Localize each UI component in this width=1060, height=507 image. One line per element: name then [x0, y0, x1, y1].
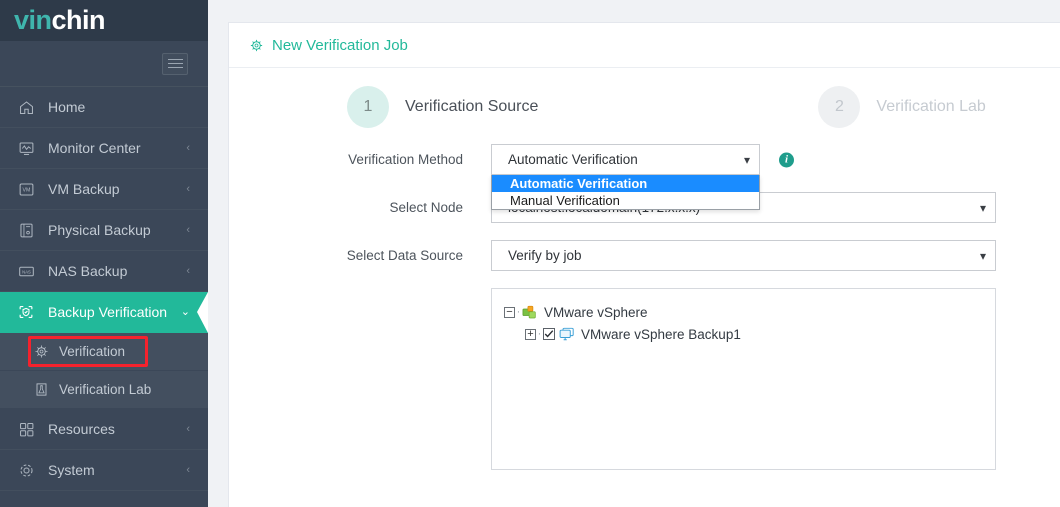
hamburger-icon[interactable]	[162, 52, 188, 75]
chevron-left-icon: ‹	[186, 223, 190, 236]
select-data-source-field: Verify by job ▾	[491, 240, 996, 271]
sidebar-item-system[interactable]: System ‹	[0, 450, 208, 491]
select-data-source-value: Verify by job	[508, 248, 582, 263]
vm-icon: VM	[16, 179, 36, 199]
sidebar-collapse-row	[0, 41, 208, 87]
grid-icon	[16, 419, 36, 439]
page-title: New Verification Job	[272, 36, 408, 54]
sidebar-item-home[interactable]: Home	[0, 87, 208, 128]
sidebar-item-label: Backup Verification	[48, 304, 168, 320]
tree-node-vmware-vsphere[interactable]: − · VMware vSphere	[504, 301, 995, 323]
sidebar-subitem-label: Verification	[59, 344, 126, 359]
vm-monitor-icon	[559, 326, 576, 342]
tree-node-label: VMware vSphere Backup1	[581, 326, 741, 342]
step-indicator: 1 Verification Source 2 Verification Lab	[229, 68, 1060, 140]
sidebar-item-vm-backup[interactable]: VM VM Backup ‹	[0, 169, 208, 210]
form-row-select-data-source: Select Data Source Verify by job ▾	[229, 240, 1060, 271]
sidebar-item-label: Home	[48, 99, 86, 115]
home-icon	[16, 97, 36, 117]
active-indicator-arrow	[197, 292, 208, 333]
tree-connector: ·	[537, 328, 542, 340]
verification-method-label: Verification Method	[348, 152, 463, 167]
logo-text-part2: chin	[51, 5, 106, 35]
chevron-down-icon: ⌄	[180, 305, 190, 318]
content-card: New Verification Job 1 Verification Sour…	[228, 22, 1060, 507]
form-row-verification-method: Verification Method Automatic Verificati…	[229, 144, 1060, 210]
tree-connector: ·	[516, 306, 521, 318]
hamburger-bar	[167, 67, 183, 68]
verification-method-field: Automatic Verification ▾ i Automatic Ver…	[491, 144, 794, 210]
chevron-left-icon: ‹	[186, 182, 190, 195]
info-icon[interactable]: i	[779, 152, 794, 167]
sidebar-item-nas-backup[interactable]: NAS NAS Backup ‹	[0, 251, 208, 292]
brand-logo: vinchin	[14, 5, 106, 35]
step-number: 1	[347, 86, 389, 128]
tree-node-vmware-vsphere-backup1[interactable]: + · VMware vSphere Backup1	[504, 323, 995, 345]
tree-collapse-toggle[interactable]: −	[504, 306, 515, 318]
hamburger-bar	[167, 63, 183, 64]
verification-icon	[33, 343, 50, 360]
sidebar-item-label: System	[48, 462, 95, 478]
chevron-left-icon: ‹	[186, 463, 190, 476]
verification-method-select[interactable]: Automatic Verification ▾	[491, 144, 760, 175]
sidebar-subitem-label: Verification Lab	[59, 382, 152, 397]
dropdown-option-automatic-verification[interactable]: Automatic Verification	[492, 175, 759, 192]
data-source-tree[interactable]: − · VMware vSphere + · VMware vSphere Ba…	[491, 288, 996, 470]
verification-source-form: Verification Method Automatic Verificati…	[229, 140, 1060, 470]
chevron-down-icon: ▾	[743, 152, 750, 167]
application-window: vinchin Home Monitor Center ‹ VM VM Back…	[0, 0, 1060, 507]
verification-icon	[249, 38, 264, 53]
select-node-label: Select Node	[389, 200, 463, 215]
monitor-icon	[16, 138, 36, 158]
sidebar-item-label: NAS Backup	[48, 263, 128, 279]
step-verification-lab[interactable]: 2 Verification Lab	[818, 86, 986, 128]
step-label: Verification Source	[405, 98, 539, 115]
select-data-source-label: Select Data Source	[346, 248, 463, 263]
chevron-left-icon: ‹	[186, 422, 190, 435]
server-icon	[16, 220, 36, 240]
dropdown-option-manual-verification[interactable]: Manual Verification	[492, 192, 759, 209]
sidebar-item-physical-backup[interactable]: Physical Backup ‹	[0, 210, 208, 251]
sidebar-item-monitor-center[interactable]: Monitor Center ‹	[0, 128, 208, 169]
sidebar-item-label: Monitor Center	[48, 140, 141, 156]
chevron-down-icon: ▾	[979, 200, 986, 215]
verification-method-value: Automatic Verification	[508, 152, 638, 167]
tree-node-label: VMware vSphere	[544, 304, 648, 320]
sidebar-item-backup-verification[interactable]: Backup Verification ⌄	[0, 292, 208, 333]
sidebar-item-label: Resources	[48, 421, 115, 437]
main-content: New Verification Job 1 Verification Sour…	[208, 0, 1060, 507]
tree-node-checkbox[interactable]	[543, 328, 555, 340]
sidebar-item-verification[interactable]: Verification	[0, 333, 208, 371]
chevron-down-icon: ▾	[979, 248, 986, 263]
tree-expand-toggle[interactable]: +	[525, 328, 536, 340]
gear-icon	[16, 460, 36, 480]
shield-check-icon	[16, 302, 36, 322]
hamburger-bar	[167, 59, 183, 60]
page-header: New Verification Job	[229, 23, 1060, 68]
logo-text-part1: vin	[14, 5, 52, 35]
logo-bar: vinchin	[0, 0, 208, 41]
sidebar-item-resources[interactable]: Resources ‹	[0, 409, 208, 450]
lab-flask-icon	[33, 381, 50, 398]
nas-icon: NAS	[16, 261, 36, 281]
chevron-left-icon: ‹	[186, 264, 190, 277]
svg-text:VM: VM	[22, 187, 30, 193]
select-data-source-select[interactable]: Verify by job ▾	[491, 240, 996, 271]
svg-text:NAS: NAS	[22, 269, 31, 274]
vsphere-icon	[522, 304, 539, 320]
step-verification-source[interactable]: 1 Verification Source	[347, 86, 538, 128]
sidebar-item-label: Physical Backup	[48, 222, 151, 238]
sidebar-item-verification-lab[interactable]: Verification Lab	[0, 371, 208, 409]
step-label: Verification Lab	[876, 98, 986, 115]
verification-method-dropdown[interactable]: Automatic Verification Manual Verificati…	[491, 175, 760, 210]
chevron-left-icon: ‹	[186, 141, 190, 154]
sidebar: vinchin Home Monitor Center ‹ VM VM Back…	[0, 0, 208, 507]
sidebar-item-label: VM Backup	[48, 181, 120, 197]
step-number: 2	[818, 86, 861, 128]
